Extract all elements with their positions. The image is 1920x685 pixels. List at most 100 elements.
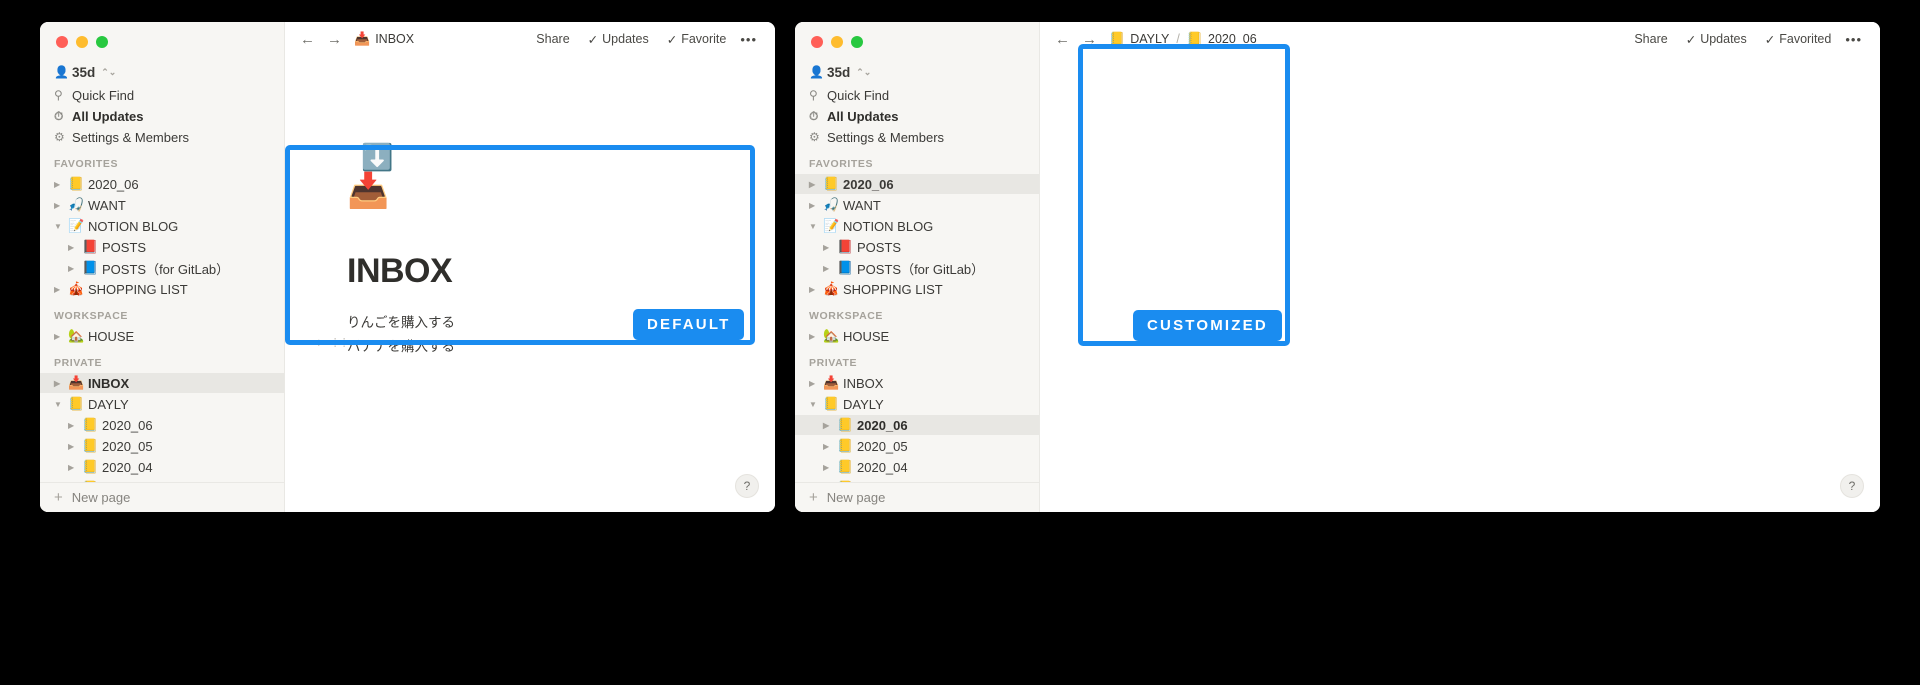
more-options-icon[interactable]: ••• <box>736 32 761 47</box>
sidebar-item-label: POSTS（for GitLab） <box>857 261 985 277</box>
triangle-right-icon[interactable]: ▶ <box>54 180 68 189</box>
triangle-right-icon[interactable]: ▶ <box>54 379 68 388</box>
page-bullet[interactable]: バナナを購入する <box>347 335 455 355</box>
sidebar-item-label: All Updates <box>827 108 899 124</box>
favorite-button[interactable]: ✓ Favorite <box>659 32 735 47</box>
triangle-right-icon[interactable]: ▶ <box>809 379 823 388</box>
triangle-down-icon[interactable]: ▼ <box>54 222 68 231</box>
sidebar-favorites-list: ▶ 📒 2020_06 ▶ 🎣 WANT ▼ 📝 NOTION BLOG ▶ 📕 POSTS ▶ 📘 POS… <box>40 174 284 299</box>
share-button[interactable]: Share <box>528 32 577 46</box>
triangle-right-icon[interactable]: ▶ <box>68 264 82 273</box>
inbox-emoji-icon: 📥 <box>354 31 371 46</box>
page-emoji-icon: 📕 <box>837 239 854 254</box>
person-icon: 👤 <box>54 65 69 79</box>
sidebar-private-list: ▶ 📥 INBOX ▼ 📒 DAYLY ▶ 📒 2020_06 ▶ 📒 2020_05 ▶ 📒 2020_0… <box>40 373 284 482</box>
sidebar-section-private: PRIVATE <box>809 357 858 369</box>
left-sidebar-scroll[interactable]: 👤 35d ⌃⌄ ⚲ Quick Find ⏱ All Updates ⚙ Se… <box>40 56 284 482</box>
triangle-right-icon[interactable]: ▶ <box>823 243 837 252</box>
sidebar-item-all-updates[interactable]: ⏱ All Updates <box>795 106 1039 126</box>
sidebar-item-settings-members[interactable]: ⚙ Settings & Members <box>795 127 1039 147</box>
page-bullet[interactable]: りんごを購入する <box>347 311 455 331</box>
add-block-icon[interactable]: + <box>315 335 323 350</box>
page-emoji-icon: 📒 <box>82 438 99 453</box>
sidebar-item-quick-find[interactable]: ⚲ Quick Find <box>40 85 284 105</box>
sidebar-item-shopping-list[interactable]: ▶ 🎪 SHOPPING LIST <box>40 279 284 299</box>
workspace-switcher[interactable]: 👤 35d ⌃⌄ <box>40 60 284 84</box>
sidebar-item-house[interactable]: ▶ 🏡 HOUSE <box>795 326 1039 346</box>
sidebar-item-inbox[interactable]: ▶ 📥 INBOX <box>40 373 284 393</box>
new-page-button[interactable]: + New page <box>40 482 284 512</box>
breadcrumb[interactable]: 📥 INBOX <box>354 31 414 47</box>
sidebar-item-posts[interactable]: ▶ 📕 POSTS <box>40 237 284 257</box>
triangle-right-icon[interactable]: ▶ <box>68 442 82 451</box>
chevron-updown-icon: ⌃⌄ <box>101 66 117 77</box>
new-page-button[interactable]: + New page <box>795 482 1039 512</box>
traffic-lights[interactable] <box>795 22 1039 56</box>
maximize-button-icon[interactable] <box>851 36 863 48</box>
minimize-button-icon[interactable] <box>76 36 88 48</box>
sidebar-item-want[interactable]: ▶ 🎣 WANT <box>40 195 284 215</box>
triangle-right-icon[interactable]: ▶ <box>809 201 823 210</box>
triangle-right-icon[interactable]: ▶ <box>823 421 837 430</box>
block-handles[interactable]: + ⋮⋮ <box>315 335 350 350</box>
page-emoji-icon: 📕 <box>82 239 99 254</box>
triangle-right-icon[interactable]: ▶ <box>68 243 82 252</box>
triangle-down-icon[interactable]: ▼ <box>809 222 823 231</box>
drag-handle-icon[interactable]: ⋮⋮ <box>330 336 350 349</box>
sidebar-item-posts[interactable]: ▶ 📕 POSTS <box>795 237 1039 257</box>
forward-icon[interactable]: → <box>322 31 347 48</box>
page-emoji-icon: 📝 <box>823 218 840 233</box>
maximize-button-icon[interactable] <box>96 36 108 48</box>
triangle-right-icon[interactable]: ▶ <box>68 421 82 430</box>
triangle-right-icon[interactable]: ▶ <box>54 332 68 341</box>
back-icon[interactable]: ← <box>295 31 320 48</box>
sidebar-item-2020-04[interactable]: ▶ 📒 2020_04 <box>795 457 1039 477</box>
page-emoji-icon: 📒 <box>837 438 854 453</box>
sidebar-item-notion-blog[interactable]: ▼ 📝 NOTION BLOG <box>40 216 284 236</box>
triangle-right-icon[interactable]: ▶ <box>54 285 68 294</box>
workspace-switcher[interactable]: 👤 35d ⌃⌄ <box>795 60 1039 84</box>
sidebar-item-label: Settings & Members <box>827 129 945 145</box>
minimize-button-icon[interactable] <box>831 36 843 48</box>
sidebar-item-posts-for-gitlab[interactable]: ▶ 📘 POSTS（for GitLab） <box>40 258 284 278</box>
triangle-right-icon[interactable]: ▶ <box>809 332 823 341</box>
right-sidebar-scroll[interactable]: 👤 35d ⌃⌄ ⚲ Quick Find ⏱ All Updates ⚙ Se… <box>795 56 1039 482</box>
sidebar-item-2020-04[interactable]: ▶ 📒 2020_04 <box>40 457 284 477</box>
sidebar-item-shopping-list[interactable]: ▶ 🎪 SHOPPING LIST <box>795 279 1039 299</box>
sidebar-item-house[interactable]: ▶ 🏡 HOUSE <box>40 326 284 346</box>
help-button[interactable]: ? <box>735 474 759 498</box>
sidebar-item-posts-for-gitlab[interactable]: ▶ 📘 POSTS（for GitLab） <box>795 258 1039 278</box>
sidebar-item-2020-05[interactable]: ▶ 📒 2020_05 <box>40 436 284 456</box>
triangle-right-icon[interactable]: ▶ <box>68 463 82 472</box>
sidebar-item-2020-06[interactable]: ▶ 📒 2020_06 <box>795 415 1039 435</box>
updates-button[interactable]: ✓ Updates <box>580 32 657 47</box>
traffic-lights[interactable] <box>40 22 284 56</box>
sidebar-item-inbox[interactable]: ▶ 📥 INBOX <box>795 373 1039 393</box>
triangle-right-icon[interactable]: ▶ <box>809 180 823 189</box>
sidebar-item-2020-06[interactable]: ▶ 📒 2020_06 <box>40 174 284 194</box>
triangle-right-icon[interactable]: ▶ <box>809 285 823 294</box>
triangle-down-icon[interactable]: ▼ <box>809 400 823 409</box>
sidebar-item-quick-find[interactable]: ⚲ Quick Find <box>795 85 1039 105</box>
sidebar-item-label: INBOX <box>88 375 130 391</box>
favorite-label: Favorite <box>681 32 727 46</box>
sidebar-item-want[interactable]: ▶ 🎣 WANT <box>795 195 1039 215</box>
sidebar-item-all-updates[interactable]: ⏱ All Updates <box>40 106 284 126</box>
annotation-label-default: DEFAULT <box>633 309 745 340</box>
close-button-icon[interactable] <box>811 36 823 48</box>
sidebar-item-2020-06[interactable]: ▶ 📒 2020_06 <box>40 415 284 435</box>
sidebar-item-dayly[interactable]: ▼ 📒 DAYLY <box>795 394 1039 414</box>
page-emoji-icon: 📒 <box>68 176 85 191</box>
triangle-right-icon[interactable]: ▶ <box>54 201 68 210</box>
sidebar-item-2020-06[interactable]: ▶ 📒 2020_06 <box>795 174 1039 194</box>
sidebar-item-notion-blog[interactable]: ▼ 📝 NOTION BLOG <box>795 216 1039 236</box>
sidebar-item-settings-members[interactable]: ⚙ Settings & Members <box>40 127 284 147</box>
triangle-right-icon[interactable]: ▶ <box>823 264 837 273</box>
help-button[interactable]: ? <box>1840 474 1864 498</box>
triangle-right-icon[interactable]: ▶ <box>823 442 837 451</box>
triangle-down-icon[interactable]: ▼ <box>54 400 68 409</box>
triangle-right-icon[interactable]: ▶ <box>823 463 837 472</box>
close-button-icon[interactable] <box>56 36 68 48</box>
sidebar-item-dayly[interactable]: ▼ 📒 DAYLY <box>40 394 284 414</box>
sidebar-item-2020-05[interactable]: ▶ 📒 2020_05 <box>795 436 1039 456</box>
